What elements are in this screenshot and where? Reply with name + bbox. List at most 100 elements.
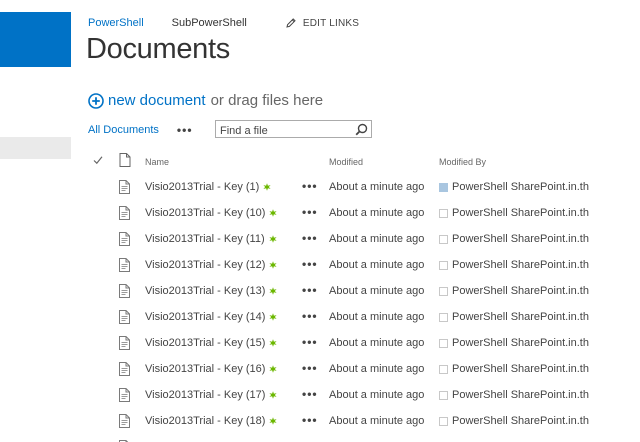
page-title: Documents [86, 33, 230, 65]
modified-time: About a minute ago [329, 389, 425, 401]
modified-time: About a minute ago [329, 285, 425, 297]
document-name-link[interactable]: Visio2013Trial - Key (15) [145, 337, 278, 349]
view-all-documents[interactable]: All Documents [88, 124, 159, 136]
select-all-checkmark-icon[interactable] [93, 155, 103, 165]
column-header-modified-by[interactable]: Modified By [439, 157, 486, 167]
modified-by-user[interactable]: PowerShell SharePoint.in.th [452, 337, 589, 349]
document-name: Visio2013Trial - Key (15) [145, 337, 266, 349]
find-a-file-input[interactable] [216, 123, 350, 139]
item-menu-button[interactable]: ••• [302, 387, 318, 401]
search-icon[interactable] [355, 123, 368, 136]
topnav-link-powershell[interactable]: PowerShell [88, 17, 144, 29]
table-row[interactable]: Visio2013Trial - Key (19)•••About a minu… [88, 434, 640, 442]
presence-indicator-icon [439, 391, 448, 400]
table-row[interactable]: Visio2013Trial - Key (12) ••• About a minu… [88, 252, 640, 278]
document-name: Visio2013Trial - Key (11) [145, 233, 265, 245]
item-menu-button[interactable]: ••• [302, 413, 318, 427]
edit-links-button[interactable]: EDIT LINKS [285, 17, 359, 29]
modified-time: About a minute ago [329, 259, 425, 271]
document-name-link[interactable]: Visio2013Trial - Key (17) [145, 389, 278, 401]
new-document-bar: new document or drag files here [88, 92, 323, 109]
modified-time: About a minute ago [329, 337, 425, 349]
document-name-link[interactable]: Visio2013Trial - Key (16) [145, 363, 278, 375]
more-views-button[interactable]: ••• [177, 123, 193, 137]
modified-by-user[interactable]: PowerShell SharePoint.in.th [452, 181, 589, 193]
modified-by-user[interactable]: PowerShell SharePoint.in.th [452, 311, 589, 323]
new-item-icon [269, 391, 278, 399]
top-navigation: PowerShell SubPowerShell EDIT LINKS [88, 15, 359, 31]
visio-document-icon[interactable] [119, 310, 130, 324]
item-menu-button[interactable]: ••• [302, 205, 318, 219]
table-row[interactable]: Visio2013Trial - Key (18) ••• About a minu… [88, 408, 640, 434]
modified-by-user[interactable]: PowerShell SharePoint.in.th [452, 285, 589, 297]
table-row[interactable]: Visio2013Trial - Key (11) ••• About a minu… [88, 226, 640, 252]
modified-by-user[interactable]: PowerShell SharePoint.in.th [452, 389, 589, 401]
table-row[interactable]: Visio2013Trial - Key (15) ••• About a minu… [88, 330, 640, 356]
visio-document-icon[interactable] [119, 362, 130, 376]
view-selector-bar: All Documents ••• [88, 120, 193, 140]
visio-document-icon[interactable] [119, 180, 130, 194]
quick-launch-item-selected[interactable] [0, 137, 71, 159]
topnav-link-subpowershell[interactable]: SubPowerShell [172, 17, 247, 29]
edit-links-label: EDIT LINKS [302, 17, 360, 29]
new-item-icon [269, 261, 278, 269]
find-a-file-box [215, 120, 372, 139]
modified-time: About a minute ago [329, 311, 425, 323]
document-type-icon[interactable] [119, 153, 131, 167]
item-menu-button[interactable]: ••• [302, 257, 318, 271]
item-menu-button[interactable]: ••• [302, 179, 318, 193]
table-row[interactable]: Visio2013Trial - Key (16) ••• About a minu… [88, 356, 640, 382]
visio-document-icon[interactable] [119, 206, 130, 220]
pencil-icon [286, 18, 296, 28]
document-name-link[interactable]: Visio2013Trial - Key (18) [145, 415, 278, 427]
new-item-icon [269, 209, 278, 217]
new-item-icon [269, 339, 278, 347]
new-item-icon [269, 235, 277, 243]
modified-by-user[interactable]: PowerShell SharePoint.in.th [452, 207, 589, 219]
item-menu-button[interactable]: ••• [302, 361, 318, 375]
modified-by-user[interactable]: PowerShell SharePoint.in.th [452, 415, 589, 427]
presence-indicator-icon [439, 261, 448, 270]
document-name-link[interactable]: Visio2013Trial - Key (1) [145, 181, 271, 193]
document-name-link[interactable]: Visio2013Trial - Key (10) [145, 207, 278, 219]
table-row[interactable]: Visio2013Trial - Key (14) ••• About a minu… [88, 304, 640, 330]
new-item-icon [269, 365, 278, 373]
table-row[interactable]: Visio2013Trial - Key (17) ••• About a minu… [88, 382, 640, 408]
document-name-link[interactable]: Visio2013Trial - Key (13) [145, 285, 278, 297]
visio-document-icon[interactable] [119, 414, 130, 428]
presence-indicator-icon [439, 235, 448, 244]
modified-by-user[interactable]: PowerShell SharePoint.in.th [452, 233, 589, 245]
document-name: Visio2013Trial - Key (17) [145, 389, 266, 401]
presence-indicator-icon [439, 417, 448, 426]
item-menu-button[interactable]: ••• [302, 335, 318, 349]
visio-document-icon[interactable] [119, 258, 130, 272]
list-column-header: Name Modified Modified By [88, 153, 640, 171]
plus-circle-icon[interactable] [88, 92, 104, 109]
site-logo-tile[interactable] [0, 12, 71, 67]
item-menu-button[interactable]: ••• [302, 309, 318, 323]
modified-time: About a minute ago [329, 363, 425, 375]
item-menu-button[interactable]: ••• [302, 283, 318, 297]
modified-time: About a minute ago [329, 415, 425, 427]
new-document-link[interactable]: new document [108, 92, 206, 109]
document-name: Visio2013Trial - Key (18) [145, 415, 266, 427]
modified-by-user[interactable]: PowerShell SharePoint.in.th [452, 363, 589, 375]
modified-time: About a minute ago [329, 233, 425, 245]
visio-document-icon[interactable] [119, 232, 130, 246]
presence-indicator-icon [439, 365, 448, 374]
column-header-name[interactable]: Name [145, 157, 169, 167]
document-name: Visio2013Trial - Key (1) [145, 181, 260, 193]
column-header-modified[interactable]: Modified [329, 157, 363, 167]
visio-document-icon[interactable] [119, 284, 130, 298]
modified-by-user[interactable]: PowerShell SharePoint.in.th [452, 259, 589, 271]
table-row[interactable]: Visio2013Trial - Key (10) ••• About a minu… [88, 200, 640, 226]
visio-document-icon[interactable] [119, 388, 130, 402]
document-name: Visio2013Trial - Key (13) [145, 285, 266, 297]
document-name-link[interactable]: Visio2013Trial - Key (11) [145, 233, 277, 245]
visio-document-icon[interactable] [119, 336, 130, 350]
table-row[interactable]: Visio2013Trial - Key (13) ••• About a minu… [88, 278, 640, 304]
document-name-link[interactable]: Visio2013Trial - Key (14) [145, 311, 278, 323]
table-row[interactable]: Visio2013Trial - Key (1) ••• About a minut… [88, 174, 640, 200]
document-name-link[interactable]: Visio2013Trial - Key (12) [145, 259, 278, 271]
item-menu-button[interactable]: ••• [302, 231, 318, 245]
